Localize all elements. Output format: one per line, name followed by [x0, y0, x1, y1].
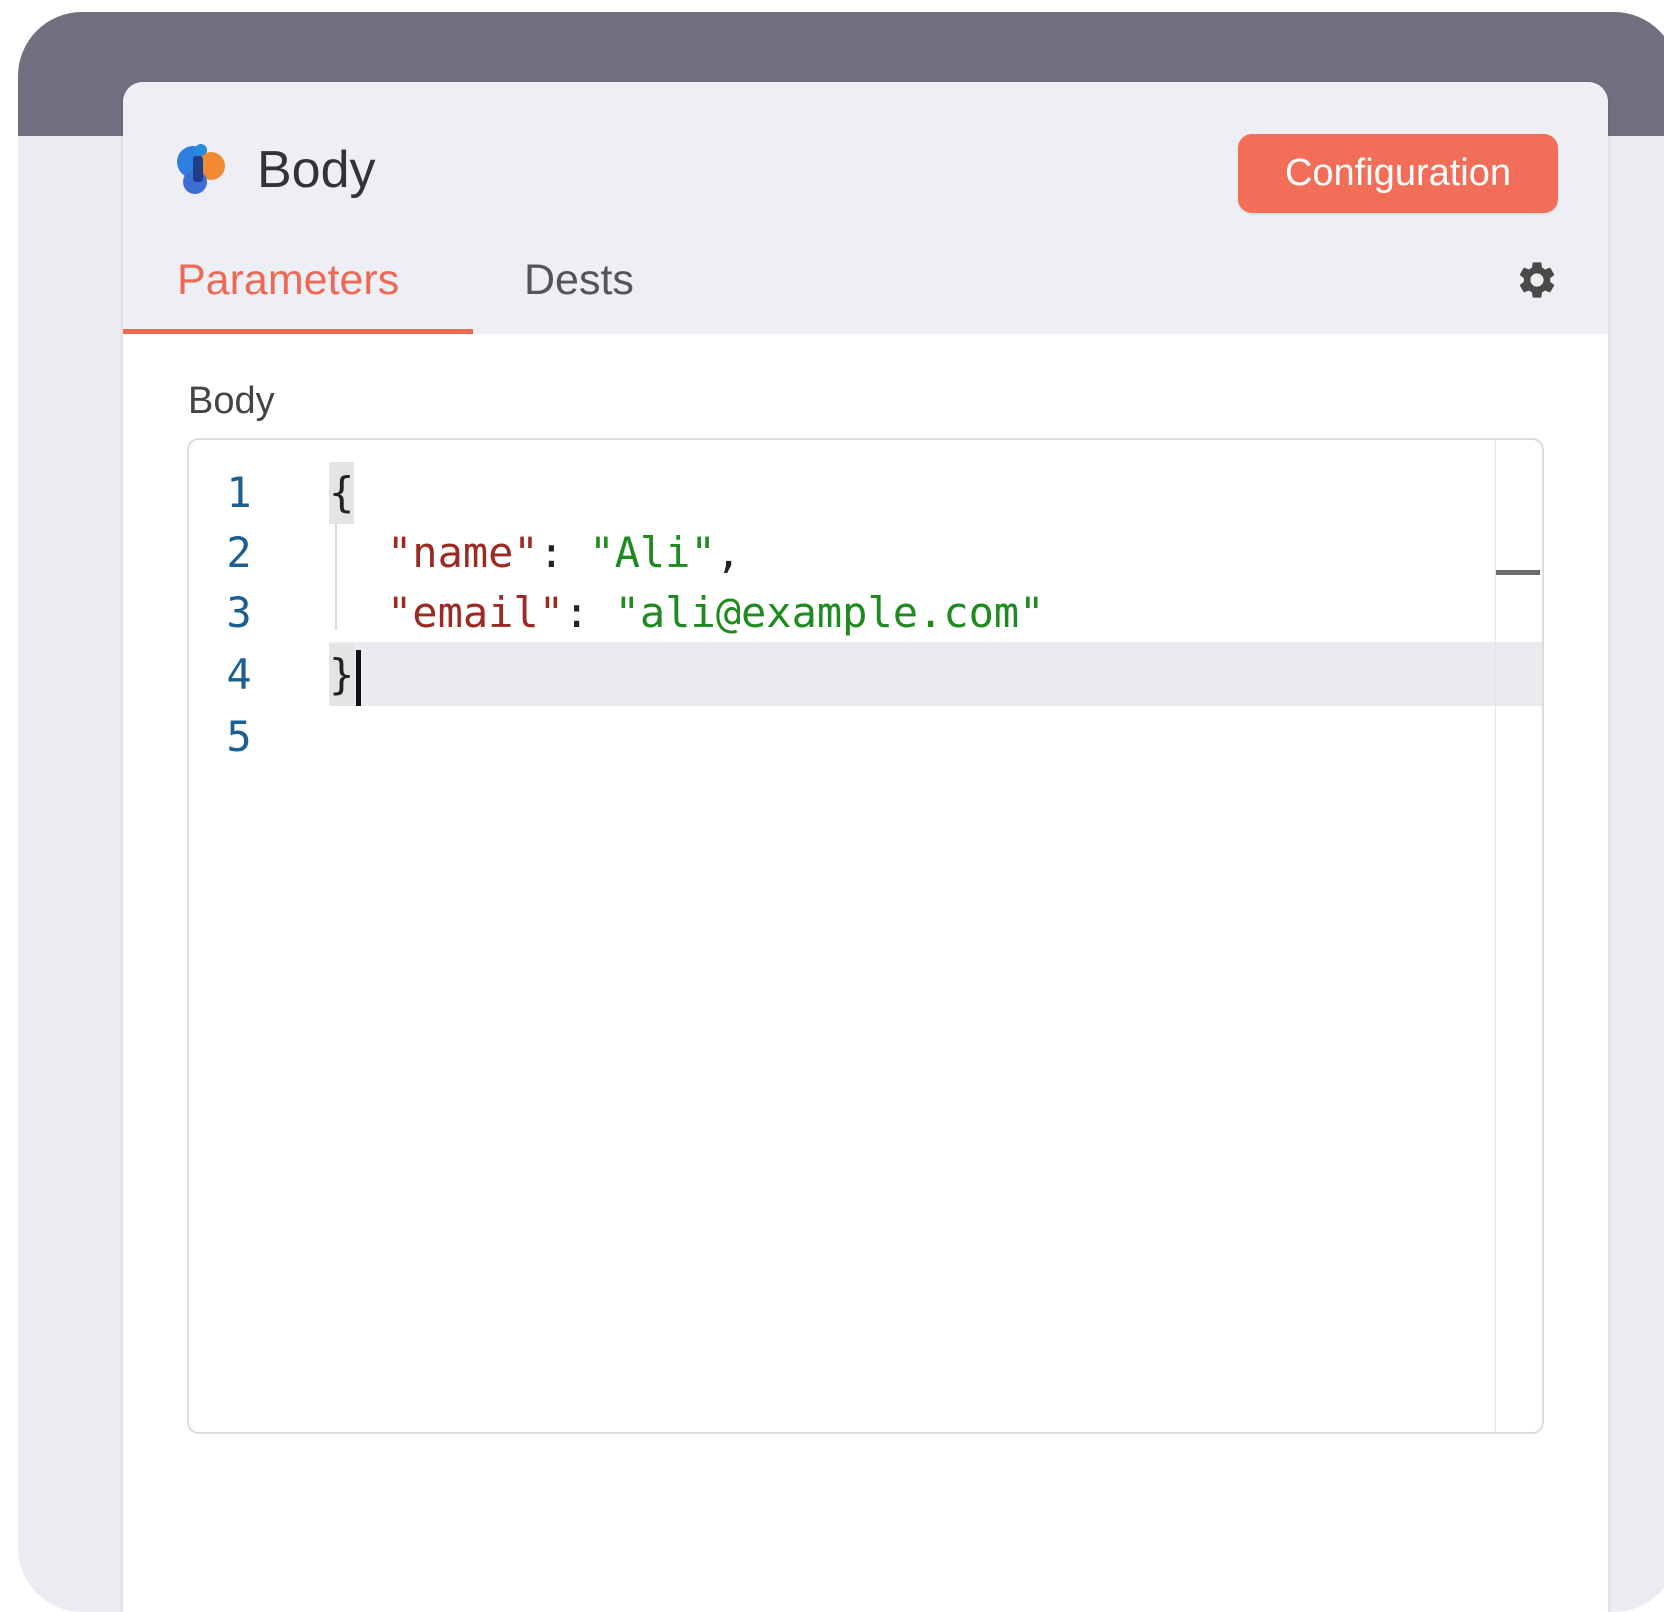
code-text: }	[329, 644, 362, 706]
gear-icon[interactable]	[1515, 258, 1559, 302]
editor-line: 2 "name": "Ali",	[189, 522, 1542, 584]
editor-line: 1 {	[189, 462, 1542, 524]
scrollbar-thumb[interactable]	[1496, 570, 1540, 575]
line-number: 1	[226, 468, 252, 517]
json-key: "email"	[387, 588, 565, 637]
configuration-button[interactable]: Configuration	[1238, 134, 1558, 213]
editor-line: 3 "email": "ali@example.com"	[189, 582, 1542, 644]
json-key: "name"	[387, 528, 539, 577]
tab-dests[interactable]: Dests	[524, 254, 634, 306]
editor-scrollbar[interactable]	[1495, 440, 1542, 1432]
line-number: 3	[226, 588, 252, 637]
open-brace: {	[329, 462, 355, 524]
active-tab-indicator	[123, 329, 473, 334]
body-field-label: Body	[188, 380, 275, 422]
panel-header: Body Configuration Parameters Dests	[123, 82, 1608, 334]
json-code-editor[interactable]: 1 { 2 "name": "Ali", 3 "email": "ali@exa…	[187, 438, 1544, 1434]
line-number: 4	[226, 650, 252, 699]
code-text: "email": "ali@example.com"	[387, 582, 1044, 644]
app-logo-icon	[177, 144, 225, 194]
code-text: {	[329, 462, 355, 524]
json-colon: :	[538, 528, 590, 577]
tab-parameters[interactable]: Parameters	[177, 254, 399, 306]
json-value: "ali@example.com"	[614, 588, 1045, 637]
editor-line: 5	[189, 706, 1542, 768]
text-cursor	[356, 649, 362, 706]
body-node-panel: Body Configuration Parameters Dests Body…	[123, 82, 1608, 1612]
json-value: "Ali"	[589, 528, 716, 577]
window-frame: Body Configuration Parameters Dests Body…	[18, 12, 1664, 1612]
line-number: 5	[226, 712, 252, 761]
editor-line: 4 }	[189, 644, 1542, 706]
line-number: 2	[226, 528, 252, 577]
page-title: Body	[257, 141, 376, 199]
json-colon: :	[564, 588, 615, 637]
code-text: "name": "Ali",	[387, 522, 741, 584]
json-comma: ,	[715, 528, 742, 577]
close-brace: }	[329, 644, 355, 706]
